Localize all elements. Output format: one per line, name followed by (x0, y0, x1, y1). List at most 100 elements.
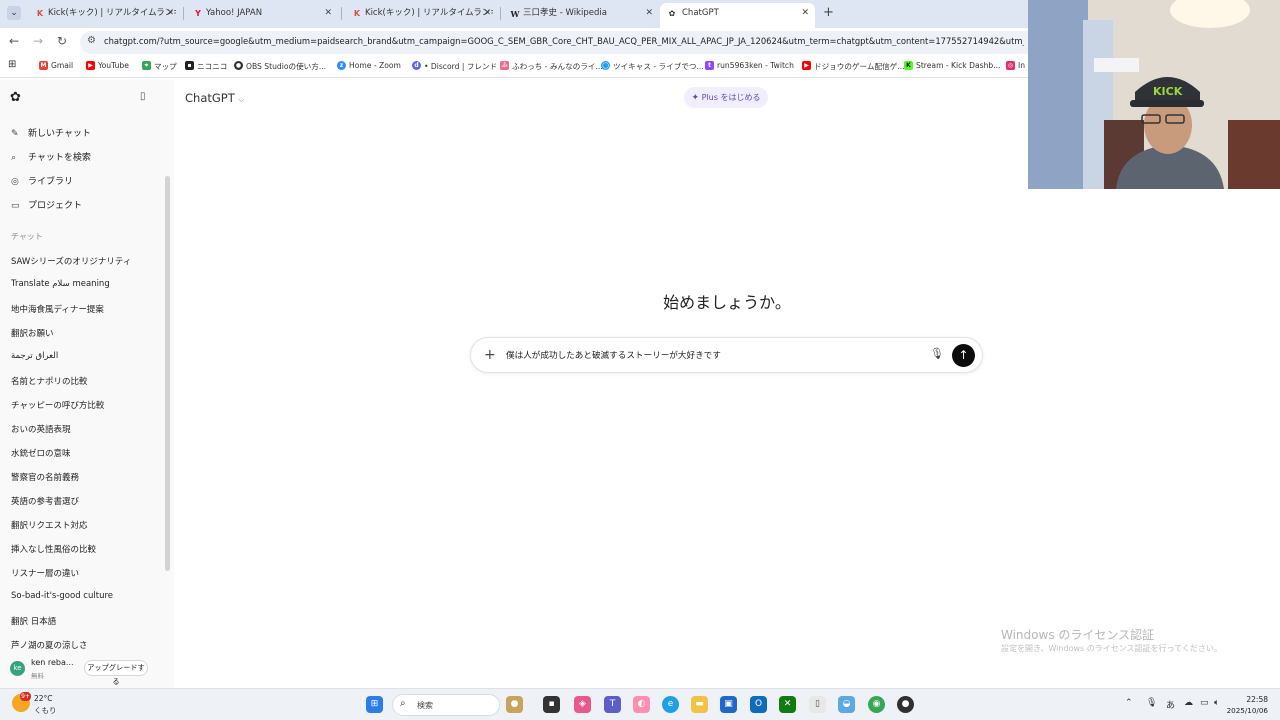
bookmarks-bar: ⊞ M Gmail ▶ YouTube ⌖ マップ ▪ ニコニコ ● OBS Studio… (0, 56, 1028, 78)
ime-icon[interactable]: あ (1166, 698, 1175, 711)
app-icon[interactable]: ◐ (633, 696, 650, 713)
bookmark-twitcasting[interactable]: ◯ ツイキャス - ライブでつ... (601, 61, 704, 72)
chat-history-item[interactable]: おいの英語表現 (11, 423, 161, 435)
chat-history-item[interactable]: 名前とナポリの比較 (11, 375, 161, 387)
close-icon[interactable]: ✕ (645, 3, 653, 24)
tab-title: ChatGPT (682, 8, 719, 18)
notification-badge: 9+ (20, 692, 31, 701)
chat-history-item[interactable]: 翻訳お願い (11, 327, 161, 339)
app-icon[interactable]: ◒ (838, 696, 855, 713)
sidebar-item-projects[interactable]: ▭ プロジェクト (11, 198, 82, 211)
browser-tab[interactable]: K Kick(キック) | リアルタイムランキング ✕ (34, 3, 176, 28)
obs-icon[interactable]: ● (897, 696, 914, 713)
network-icon[interactable]: ▭ (1200, 698, 1209, 708)
bookmark-niconico[interactable]: ▪ ニコニコ (185, 61, 227, 72)
document-icon[interactable]: ▯ (809, 696, 826, 713)
file-explorer-icon[interactable]: ▬ (691, 696, 708, 713)
sidebar-item-library[interactable]: ◎ ライブラリ (11, 174, 73, 187)
xbox-icon[interactable]: ✕ (779, 696, 796, 713)
edge-icon[interactable]: e (662, 696, 679, 713)
chat-history-item[interactable]: 翻訳 日本語 (11, 615, 161, 627)
chat-history-item[interactable]: SAWシリーズのオリジナリティ (11, 255, 161, 267)
weather-condition[interactable]: くもり (34, 705, 57, 716)
widgets-icon[interactable]: ● (506, 696, 523, 713)
bookmark-twitch[interactable]: t run5963ken - Twitch (705, 61, 794, 70)
upgrade-button[interactable]: アップグレードする (84, 660, 148, 686)
prompt-input[interactable]: 僕は人が成功したあと破滅するストーリーが大好きです (506, 349, 721, 361)
chat-history-item[interactable]: リスナー層の違い (11, 567, 161, 579)
chrome-icon[interactable]: ◉ (868, 696, 885, 713)
openai-logo-icon[interactable]: ✿ (10, 90, 21, 105)
windows-activation-subtitle: 設定を開き、Windows のライセンス認証を行ってください。 (1001, 644, 1222, 653)
new-chat-icon: ✎ (11, 129, 19, 139)
message-composer[interactable]: + 僕は人が成功したあと破滅するストーリーが大好きです 🎙︎ ↑ (470, 337, 983, 373)
weather-temperature[interactable]: 22°C (34, 694, 53, 703)
microphone-icon[interactable]: 🎙︎ (1146, 698, 1157, 708)
address-bar[interactable]: ⚙ chatgpt.com/?utm_source=google&utm_med… (80, 31, 1028, 54)
send-button[interactable]: ↑ (952, 344, 975, 367)
new-tab-button[interactable]: + (823, 5, 834, 20)
windows-taskbar: 9+ 22°C くもり ⊞ ⌕ 検索 ● ▪ ◈ T ◐ e ▬ ▣ O ✕ ▯… (0, 688, 1280, 720)
bookmark-discord[interactable]: d • Discord | フレンド (412, 61, 497, 72)
tab-divider (341, 7, 342, 20)
bookmark-obs[interactable]: ● OBS Studioの使い方... (234, 61, 326, 72)
forward-arrow-icon[interactable]: → (33, 34, 43, 48)
chat-history-item[interactable]: Translate سلام meaning (11, 279, 161, 289)
chat-history-item[interactable]: 水銃ゼロの意味 (11, 447, 161, 459)
sidebar-toggle-icon[interactable]: ▯ (140, 91, 146, 102)
address-bar-url[interactable]: chatgpt.com/?utm_source=google&utm_mediu… (104, 36, 1024, 46)
bookmark-maps[interactable]: ⌖ マップ (142, 61, 177, 72)
back-arrow-icon[interactable]: ← (9, 34, 19, 48)
bookmark-kick-dashboard[interactable]: K Stream - Kick Dashb... (904, 61, 1000, 70)
chat-history-item[interactable]: So-bad-it's-good culture (11, 591, 161, 601)
chat-history-item[interactable]: チャッピーの呼び方比較 (11, 399, 161, 411)
sidebar-item-search-chats[interactable]: ⌕ チャットを検索 (11, 150, 91, 163)
sidebar-scrollbar[interactable] (165, 176, 170, 571)
chat-history-item[interactable]: 英語の参考書選び (11, 495, 161, 507)
close-icon[interactable]: ✕ (483, 3, 491, 24)
close-icon[interactable]: ✕ (324, 3, 332, 24)
user-name: ken reba... (31, 658, 74, 667)
store-icon[interactable]: ▣ (720, 696, 737, 713)
search-icon: ⌕ (11, 153, 17, 163)
bookmark-instagram[interactable]: ◎ In (1006, 61, 1025, 70)
outlook-icon[interactable]: O (750, 696, 767, 713)
browser-tab-active[interactable]: ✿ ChatGPT ✕ (660, 3, 815, 28)
browser-tab[interactable]: W 三口孝史 - Wikipedia ✕ (509, 3, 655, 28)
attach-plus-icon[interactable]: + (484, 346, 496, 364)
clock-date[interactable]: 2025/10/06 (1218, 706, 1268, 715)
browser-tab[interactable]: K Kick(キック) | リアルタイムランキング ✕ (351, 3, 493, 28)
reload-icon[interactable]: ↻ (57, 34, 67, 48)
site-info-icon[interactable]: ⚙ (87, 35, 96, 46)
chevron-up-icon[interactable]: ⌃ (1125, 698, 1133, 708)
bookmark-youtube[interactable]: ▶ YouTube (86, 61, 129, 70)
tab-search-button[interactable]: ⌄ (7, 6, 21, 20)
bookmark-fuwacchi[interactable]: ふふわっち - みんなのライ... (500, 61, 603, 72)
chat-history-item[interactable]: 芦ノ湖の夏の涼しさ (11, 639, 161, 649)
close-icon[interactable]: ✕ (801, 3, 809, 24)
chats-section-label: チャット (11, 232, 43, 241)
bookmark-youtube-game[interactable]: ▶ ドジョウのゲーム配信ゲ... (802, 61, 905, 72)
apps-grid-icon[interactable]: ⊞ (8, 59, 16, 70)
chat-history-item[interactable]: 翻訳リクエスト対応 (11, 519, 161, 531)
chat-history-item[interactable]: 警察官の名前義務 (11, 471, 161, 483)
chat-history-item[interactable]: 挿入なし性風俗の比較 (11, 543, 161, 555)
bookmark-zoom[interactable]: z Home - Zoom (337, 61, 401, 70)
model-selector[interactable]: ChatGPT ⌵ (185, 91, 244, 105)
tab-title: 三口孝史 - Wikipedia (523, 8, 607, 18)
teams-icon[interactable]: T (604, 696, 621, 713)
sidebar-item-new-chat[interactable]: ✎ 新しいチャット (11, 126, 91, 139)
cloud-icon[interactable]: ☁ (1184, 698, 1193, 708)
task-view-icon[interactable]: ▪ (543, 696, 560, 713)
taskbar-search[interactable]: ⌕ 検索 (392, 694, 500, 716)
copilot-icon[interactable]: ◈ (574, 696, 591, 713)
browser-tab[interactable]: Y Yahoo! JAPAN ✕ (192, 3, 334, 28)
close-icon[interactable]: ✕ (166, 3, 174, 24)
windows-start-icon[interactable]: ⊞ (366, 696, 383, 713)
get-plus-button[interactable]: ✦ Plus をはじめる (684, 87, 768, 108)
user-account-row[interactable]: ke ken reba... 無料 アップグレードする (0, 652, 174, 688)
bookmark-gmail[interactable]: M Gmail (39, 61, 73, 70)
chat-history-item[interactable]: العراق ترجمة (11, 351, 161, 361)
microphone-icon[interactable]: 🎙︎ (930, 347, 944, 360)
clock-time[interactable]: 22:58 (1236, 695, 1268, 704)
